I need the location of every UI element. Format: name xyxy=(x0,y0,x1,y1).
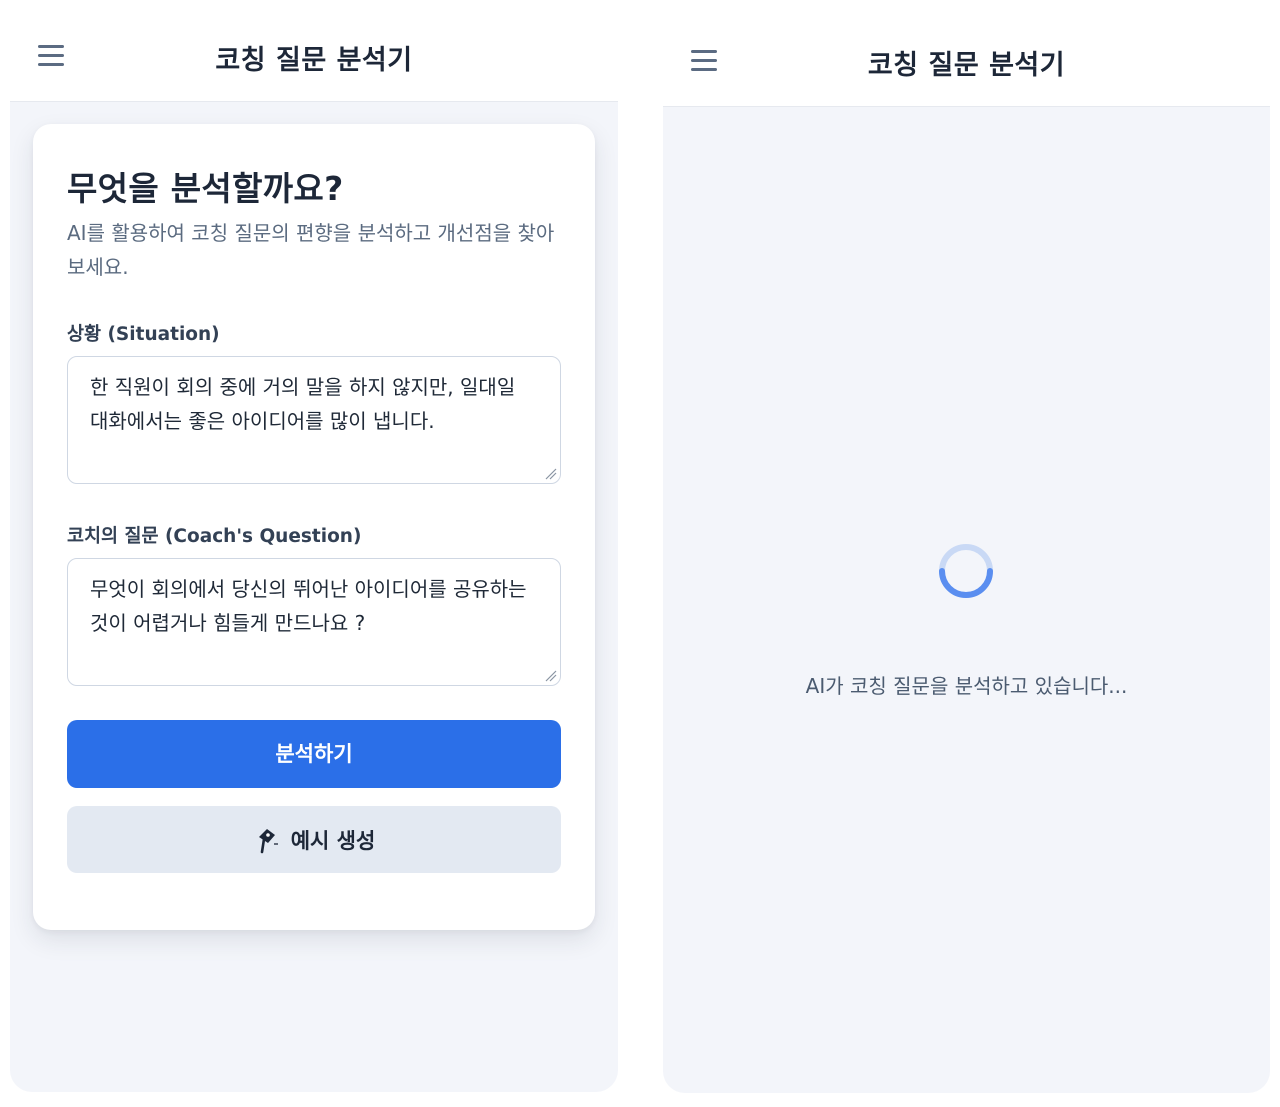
situation-label: 상황 (Situation) xyxy=(67,324,220,345)
app-title: 코칭 질문 분석기 xyxy=(867,50,1066,81)
question-text: 무엇이 회의에서 당신의 뛰어난 아이디어를 공유하는 것이 어렵거나 힘들게 … xyxy=(90,577,527,635)
form-description: AI를 활용하여 코칭 질문의 편향을 분석하고 개선점을 찾아보세요. xyxy=(67,221,555,279)
resize-handle-icon[interactable] xyxy=(545,468,557,480)
form-heading: 무엇을 분석할까요? xyxy=(67,169,344,208)
analyze-button[interactable]: 분석하기 xyxy=(67,720,561,788)
question-label: 코치의 질문 (Coach's Question) xyxy=(67,526,362,547)
analysis-form-card: 무엇을 분석할까요? AI를 활용하여 코칭 질문의 편향을 분석하고 개선점을… xyxy=(33,124,595,930)
loading-spinner-icon xyxy=(939,544,993,598)
situation-text: 한 직원이 회의 중에 거의 말을 하지 않지만, 일대일 대화에서는 좋은 아… xyxy=(90,375,516,433)
question-input[interactable]: 무엇이 회의에서 당신의 뛰어난 아이디어를 공유하는 것이 어렵거나 힘들게 … xyxy=(67,558,561,686)
resize-handle-icon[interactable] xyxy=(545,670,557,682)
situation-input[interactable]: 한 직원이 회의 중에 거의 말을 하지 않지만, 일대일 대화에서는 좋은 아… xyxy=(67,356,561,484)
app-header: 코칭 질문 분석기 xyxy=(10,0,618,102)
pin-icon xyxy=(258,828,278,853)
loading-screen: 코칭 질문 분석기 AI가 코칭 질문을 분석하고 있습니다... xyxy=(663,0,1270,1093)
generate-example-button[interactable]: 예시 생성 xyxy=(67,806,561,873)
loading-message: AI가 코칭 질문을 분석하고 있습니다... xyxy=(805,674,1128,698)
generate-example-label: 예시 생성 xyxy=(290,828,376,853)
app-header: 코칭 질문 분석기 xyxy=(663,0,1270,107)
form-screen: 코칭 질문 분석기 무엇을 분석할까요? AI를 활용하여 코칭 질문의 편향을… xyxy=(10,0,618,1092)
app-title: 코칭 질문 분석기 xyxy=(215,45,413,76)
